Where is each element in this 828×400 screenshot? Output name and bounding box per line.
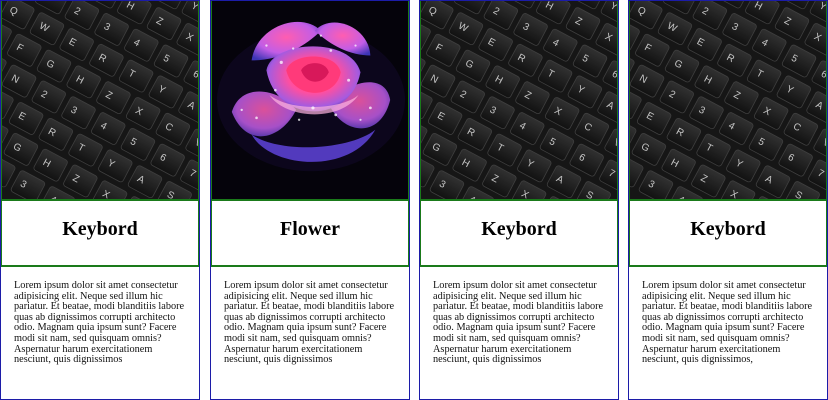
card-text: Lorem ipsum dolor sit amet consectetur a… — [224, 280, 395, 366]
card-flower[interactable]: Flower Lorem ipsum dolor sit amet consec… — [210, 0, 410, 400]
card-keyboard-3[interactable]: QWERTYASDFGHZXCVBN234567QWERTYASDFGHZXCV… — [628, 0, 828, 400]
card-text: Lorem ipsum dolor sit amet consectetur a… — [433, 280, 604, 366]
keyboard-image: QWERTYASDFGHZXCVBN234567QWERTYASDFGHZXCV… — [629, 1, 827, 201]
card-text: Lorem ipsum dolor sit amet consectetur a… — [14, 280, 185, 366]
card-title: Keybord — [481, 218, 557, 240]
card-title: Keybord — [62, 218, 138, 240]
card-keyboard-1[interactable]: QWERTYASDFGHZXCVBN234567QWERTYASDFGHZXCV… — [0, 0, 200, 400]
card-keyboard-2[interactable]: QWERTYASDFGHZXCVBN234567QWERTYASDFGHZXCV… — [419, 0, 619, 400]
card-title-box: Flower — [211, 201, 409, 267]
keyboard-image: QWERTYASDFGHZXCVBN234567QWERTYASDFGHZXCV… — [420, 1, 618, 201]
card-body: Lorem ipsum dolor sit amet consectetur a… — [629, 267, 827, 399]
card-row: QWERTYASDFGHZXCVBN234567QWERTYASDFGHZXCV… — [0, 0, 828, 400]
card-title-box: Keybord — [1, 201, 199, 267]
card-title: Flower — [280, 218, 340, 240]
card-text: Lorem ipsum dolor sit amet consectetur a… — [642, 280, 813, 366]
card-body: Lorem ipsum dolor sit amet consectetur a… — [1, 267, 199, 399]
card-title-box: Keybord — [629, 201, 827, 267]
card-body: Lorem ipsum dolor sit amet consectetur a… — [211, 267, 409, 399]
card-title-box: Keybord — [420, 201, 618, 267]
keyboard-image: QWERTYASDFGHZXCVBN234567QWERTYASDFGHZXCV… — [1, 1, 199, 201]
card-title: Keybord — [690, 218, 766, 240]
card-body: Lorem ipsum dolor sit amet consectetur a… — [420, 267, 618, 399]
rose-image — [211, 1, 409, 201]
